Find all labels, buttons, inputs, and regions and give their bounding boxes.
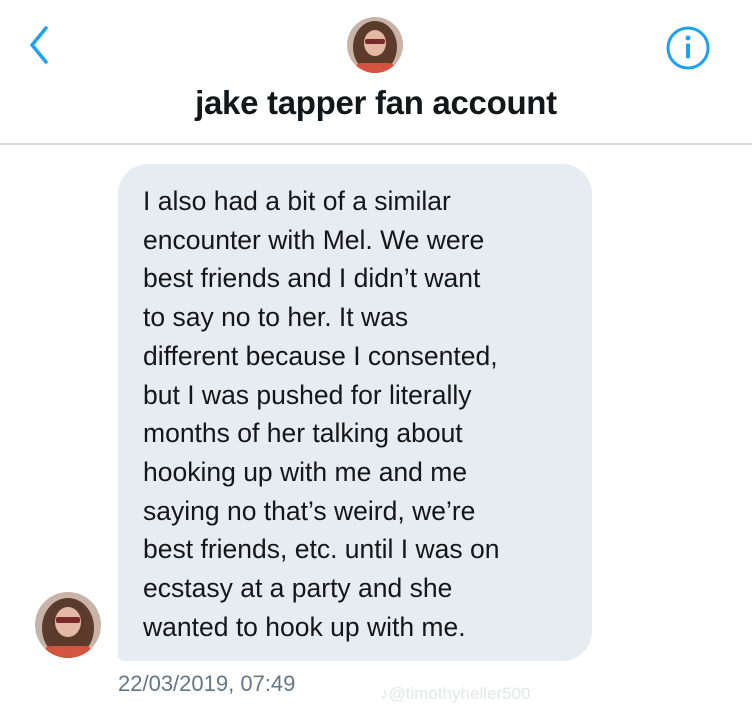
message-line: encounter with Mel. We were [143,224,485,255]
header-divider [0,143,752,145]
conversation-header: jake tapper fan account [0,0,752,145]
back-button[interactable] [22,22,62,68]
message-line: best friends, etc. until I was on [143,534,500,565]
sender-avatar[interactable] [35,592,101,658]
message-line: wanted to hook up with me. [143,611,466,642]
message-line: but I was pushed for literally [143,379,472,410]
message-line: best friends and I didn’t want [143,263,481,294]
message-line: to say no to her. It was [143,302,409,333]
header-avatar[interactable] [347,17,403,73]
info-circle-icon [666,26,710,70]
message-bubble[interactable]: I also had a bit of a similar encounter … [118,164,592,661]
message-line: saying no that’s weird, we’re [143,495,476,526]
message-timestamp: 22/03/2019, 07:49 [118,671,296,696]
message-line: hooking up with me and me [143,456,468,487]
chevron-left-icon [30,26,48,64]
message-line: different because I consented, [143,340,498,371]
watermark: ♪@timothyheller500 [380,684,531,703]
message-line: months of her talking about [143,418,463,449]
conversation-title: jake tapper fan account [195,84,557,121]
info-button[interactable] [662,22,714,74]
message-line: I also had a bit of a similar [143,186,451,216]
message-line: ecstasy at a party and she [143,573,453,604]
